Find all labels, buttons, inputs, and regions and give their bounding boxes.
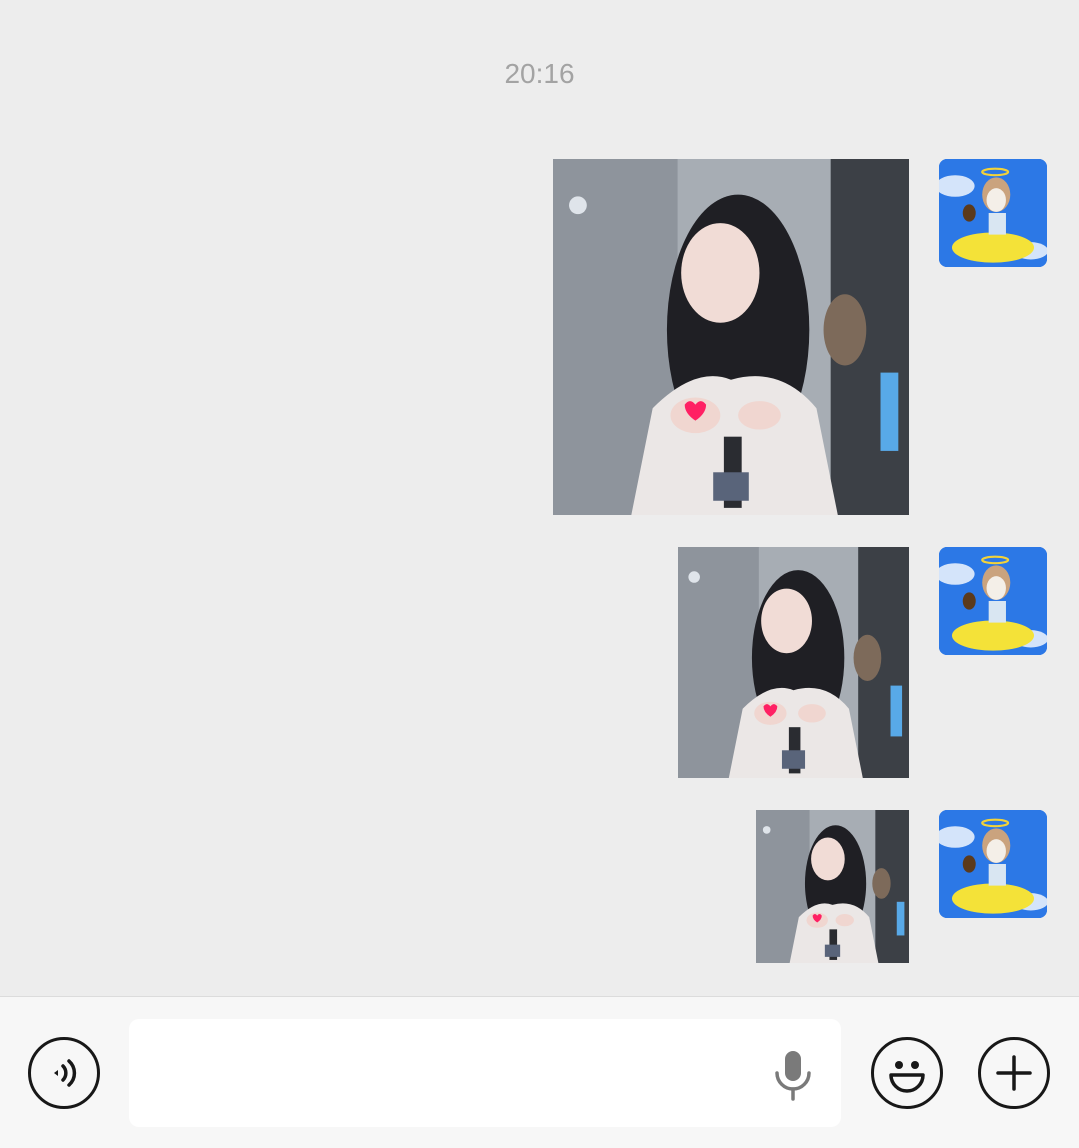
avatar[interactable] [939,810,1047,918]
message-image-1[interactable] [553,159,909,515]
chat-area: 20:16 [0,0,1079,996]
input-bar [0,996,1079,1148]
voice-wave-icon [54,1059,77,1087]
plus-icon [996,1055,1032,1091]
photo-thumbnail [756,810,909,963]
avatar-picture [939,810,1047,918]
message-image-3[interactable] [756,810,909,963]
message-input[interactable] [129,1019,841,1127]
more-options-button[interactable] [978,1037,1050,1109]
avatar[interactable] [939,547,1047,655]
avatar[interactable] [939,159,1047,267]
message-image-2[interactable] [678,547,909,778]
message-timestamp: 20:16 [504,58,575,89]
smiley-face-icon [889,1061,925,1093]
photo-thumbnail [678,547,909,778]
photo-thumbnail [553,159,909,515]
microphone-icon[interactable] [771,1049,815,1101]
voice-toggle-button[interactable] [28,1037,100,1109]
avatar-picture [939,159,1047,267]
emoji-button[interactable] [871,1037,943,1109]
avatar-picture [939,547,1047,655]
